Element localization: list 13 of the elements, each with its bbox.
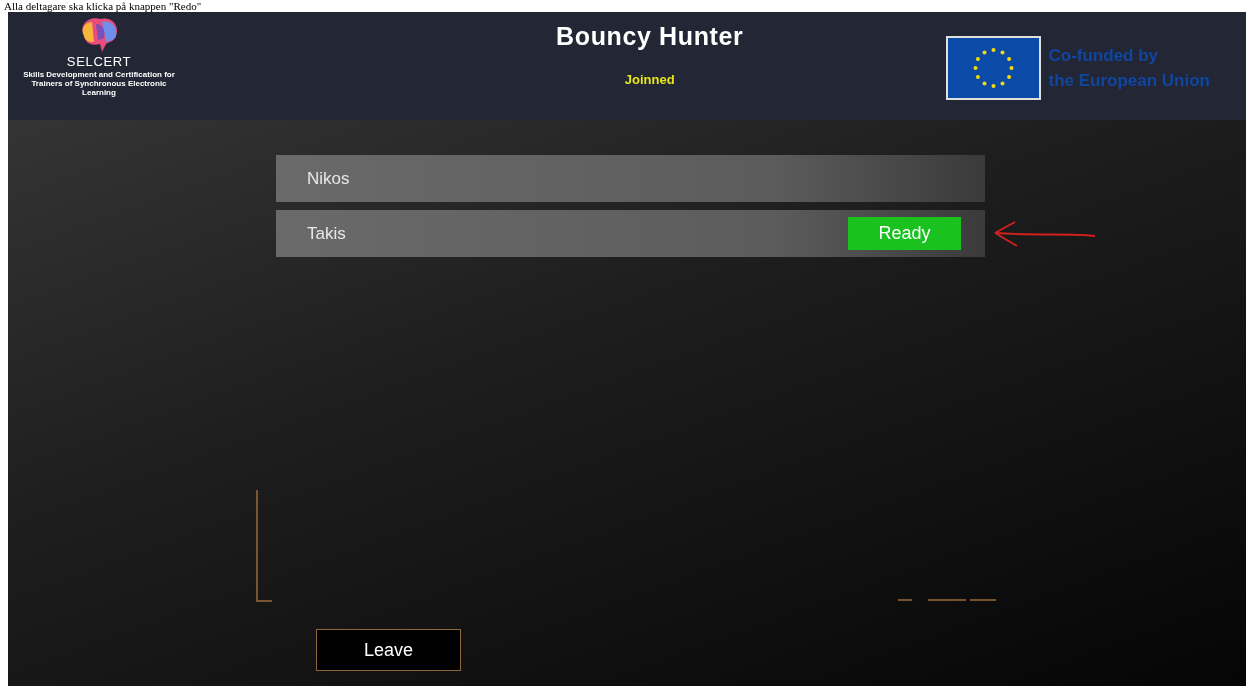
leave-button[interactable]: Leave [316, 629, 461, 671]
eu-flag-icon [945, 36, 1041, 100]
corner-bracket-icon [256, 490, 272, 602]
funding-text: Co-funded by [1048, 45, 1160, 67]
player-name: Nikos [307, 167, 351, 190]
logo-wordmark: SELCERT [66, 54, 132, 70]
player-name: Takis [307, 222, 347, 245]
game-title: Bouncy Hunter [556, 21, 744, 52]
logo-tagline: Skills Development and Certification for Trainers of Synchronous Electronic Learning [22, 70, 176, 97]
document-caption: Alla deltagare ska klicka på knappen "Redo" [3, 0, 202, 12]
connection-status: Joinned [624, 70, 675, 89]
dashed-line-icon [898, 598, 996, 602]
funding-text: the European Union [1048, 70, 1210, 92]
